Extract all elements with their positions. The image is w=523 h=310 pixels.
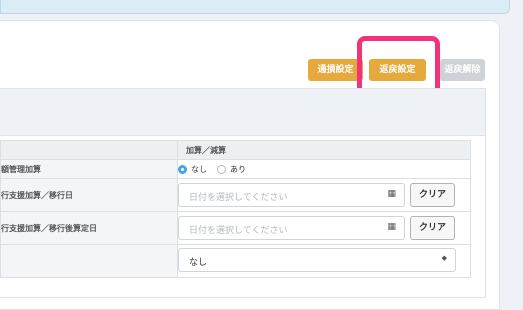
date-cell: 日付を選択してください ▦ クリア: [177, 211, 471, 245]
radio-yes[interactable]: [217, 164, 226, 174]
table-row: 行支援加算／移行後算定日 日付を選択してください ▦ クリア: [0, 211, 471, 245]
clear-button[interactable]: クリア: [410, 216, 455, 240]
date-placeholder: 日付を選択してください: [189, 226, 288, 236]
return-release-button: 返戻解除: [440, 59, 485, 81]
table-row: なし ◆: [0, 244, 471, 278]
row-label: [0, 244, 178, 278]
radio-none-label[interactable]: なし: [191, 164, 207, 175]
select-cell: なし ◆: [177, 244, 471, 278]
top-info-banner: [0, 0, 510, 14]
radio-cell: なし あり: [177, 159, 471, 179]
date-placeholder: 日付を選択してください: [189, 193, 288, 203]
calendar-icon[interactable]: ▦: [387, 222, 396, 232]
table-row: 行支援加算／移行日 日付を選択してください ▦ クリア: [0, 178, 471, 212]
clear-button[interactable]: クリア: [410, 183, 455, 207]
radio-yes-label[interactable]: あり: [230, 164, 246, 175]
table-header-value: 加算／減算: [177, 140, 471, 160]
addition-table: 加算／減算 額管理加算 なし あり 行支援加算／移行日 日付を選択してください …: [0, 140, 471, 278]
select-value: なし: [189, 258, 208, 268]
post-transition-date-input[interactable]: 日付を選択してください ▦: [178, 216, 405, 240]
calendar-icon[interactable]: ▦: [387, 189, 396, 199]
table-header-label: [0, 140, 178, 160]
row-label: 行支援加算／移行日: [0, 178, 178, 212]
date-cell: 日付を選択してください ▦ クリア: [177, 178, 471, 212]
select-arrows-icon: ◆: [441, 254, 447, 262]
tsuson-settings-button[interactable]: 通損設定: [308, 59, 363, 81]
table-row: 額管理加算 なし あり: [0, 159, 471, 179]
row-label: 額管理加算: [0, 159, 178, 179]
row-label: 行支援加算／移行後算定日: [0, 211, 178, 245]
panel-header: [0, 89, 485, 136]
transition-date-input[interactable]: 日付を選択してください ▦: [178, 183, 405, 207]
radio-none[interactable]: [178, 164, 187, 174]
option-select[interactable]: なし ◆: [178, 248, 456, 272]
